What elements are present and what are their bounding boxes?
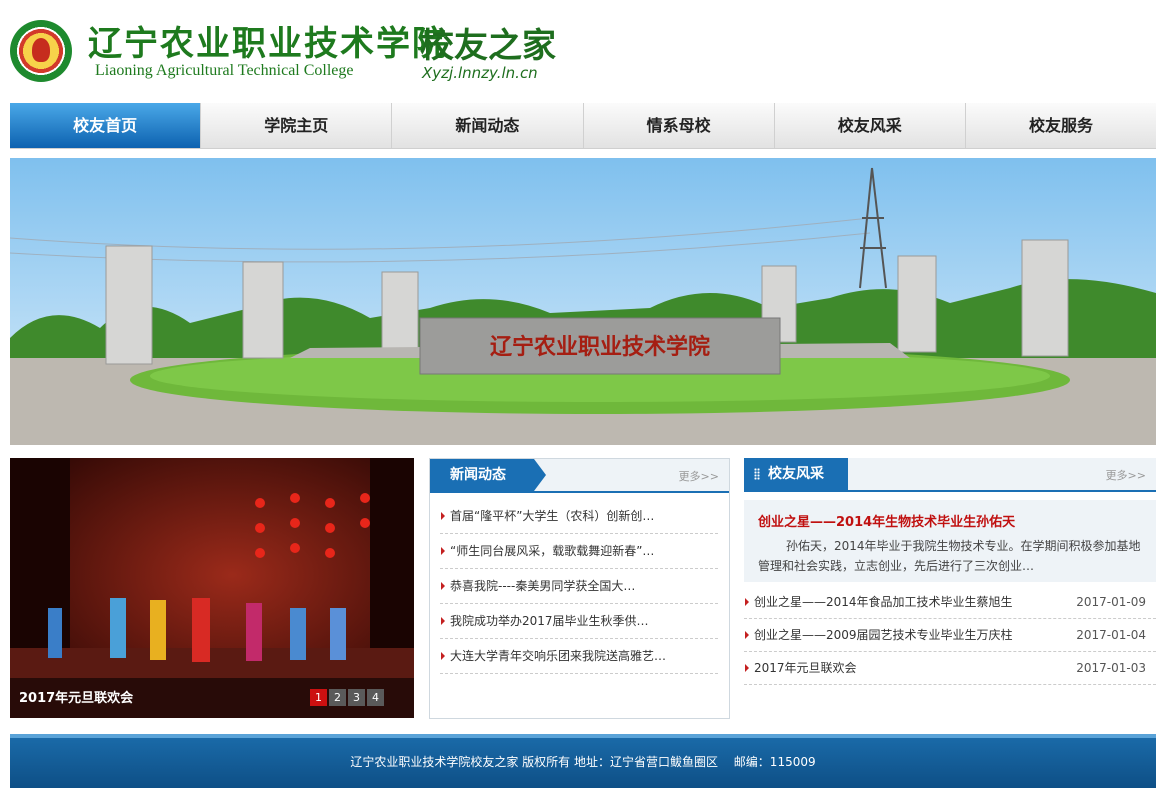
slide-dot-4[interactable]: 4: [367, 689, 384, 706]
slide-pagination: 1 2 3 4: [310, 689, 384, 706]
news-panel-title[interactable]: 新闻动态: [430, 459, 534, 491]
alumni-item[interactable]: 创业之星——2014年食品加工技术毕业生蔡旭生 2017-01-09: [744, 586, 1156, 619]
campus-gate-image: 辽宁农业职业技术学院: [10, 158, 1156, 445]
alumni-item[interactable]: 2017年元旦联欢会 2017-01-03: [744, 652, 1156, 685]
campus-gate-banner: 辽宁农业职业技术学院: [10, 158, 1156, 445]
bullet-icon: [441, 582, 445, 590]
featured-title[interactable]: 创业之星——2014年生物技术毕业生孙佑天: [758, 511, 1015, 530]
news-panel: 新闻动态 更多>> 首届“隆平杯”大学生（农科）创新创… “师生同台展风采，载歌…: [429, 458, 730, 719]
news-item[interactable]: 恭喜我院----秦美男同学获全国大…: [440, 569, 718, 604]
bullet-icon: [441, 617, 445, 625]
alumni-item-date: 2017-01-04: [1076, 628, 1146, 642]
alumni-panel-title-text: 校友风采: [768, 466, 824, 482]
alumni-list: 创业之星——2014年食品加工技术毕业生蔡旭生 2017-01-09 创业之星——…: [744, 586, 1156, 685]
alumni-item-title[interactable]: 2017年元旦联欢会: [754, 661, 857, 675]
alumni-item-title[interactable]: 创业之星——2009届园艺技术专业毕业生万庆柱: [754, 628, 1013, 642]
photo-slideshow[interactable]: 2017年元旦联欢会 1 2 3 4: [10, 458, 414, 718]
bullet-icon: [745, 664, 749, 672]
featured-alumnus: 创业之星——2014年生物技术毕业生孙佑天 孙佑天，2014年毕业于我院生物技术…: [744, 500, 1156, 582]
nav-item-alumni-home[interactable]: 校友首页: [10, 103, 202, 148]
site-domain: Xyzj.lnnzy.ln.cn: [422, 64, 538, 82]
grip-icon: [754, 468, 760, 480]
news-item[interactable]: “师生同台展风采，载歌载舞迎新春”…: [440, 534, 718, 569]
news-item-title[interactable]: “师生同台展风采，载歌载舞迎新春”…: [450, 544, 654, 558]
news-item-title[interactable]: 我院成功举办2017届毕业生秋季供…: [450, 614, 649, 628]
news-item[interactable]: 首届“隆平杯”大学生（农科）创新创…: [440, 499, 718, 534]
footer-text: 辽宁农业职业技术学院校友之家 版权所有 地址：辽宁省营口鲅鱼圈区 邮编：1150…: [350, 755, 816, 769]
gate-inscription: 辽宁农业职业技术学院: [490, 334, 710, 360]
nav-item-alma-mater[interactable]: 情系母校: [584, 103, 775, 148]
alumni-item[interactable]: 创业之星——2009届园艺技术专业毕业生万庆柱 2017-01-04: [744, 619, 1156, 652]
nav-item-alumni-services[interactable]: 校友服务: [966, 103, 1156, 148]
bullet-icon: [745, 631, 749, 639]
alumni-item-date: 2017-01-09: [1076, 595, 1146, 609]
site-header: 辽宁农业职业技术学院 Liaoning Agricultural Technic…: [0, 0, 1166, 100]
nav-item-alumni-profiles[interactable]: 校友风采: [775, 103, 966, 148]
slide-dot-2[interactable]: 2: [329, 689, 346, 706]
bullet-icon: [441, 547, 445, 555]
nav-item-college-home[interactable]: 学院主页: [201, 103, 393, 148]
news-item-title[interactable]: 首届“隆平杯”大学生（农科）创新创…: [450, 509, 654, 523]
nav-item-news[interactable]: 新闻动态: [392, 103, 584, 148]
alumni-more-link[interactable]: 更多>>: [1106, 467, 1146, 483]
slide-caption[interactable]: 2017年元旦联欢会: [19, 687, 133, 706]
bullet-icon: [441, 652, 445, 660]
alumni-item-date: 2017-01-03: [1076, 661, 1146, 675]
featured-description: 孙佑天，2014年毕业于我院生物技术专业。在学期间积极参加基地管理和社会实践，立…: [758, 539, 1141, 573]
news-item-title[interactable]: 大连大学青年交响乐团来我院送高雅艺…: [450, 649, 666, 663]
bullet-icon: [745, 598, 749, 606]
alumni-panel: 校友风采 更多>> 创业之星——2014年生物技术毕业生孙佑天 孙佑天，2014…: [744, 458, 1156, 688]
news-item-title[interactable]: 恭喜我院----秦美男同学获全国大…: [450, 579, 635, 593]
news-panel-header: 新闻动态 更多>>: [430, 459, 729, 493]
alumni-item-title[interactable]: 创业之星——2014年食品加工技术毕业生蔡旭生: [754, 595, 1013, 609]
news-item[interactable]: 大连大学青年交响乐团来我院送高雅艺…: [440, 639, 718, 674]
site-title: 校友之家: [420, 26, 556, 66]
bullet-icon: [441, 512, 445, 520]
slide-dot-3[interactable]: 3: [348, 689, 365, 706]
news-item[interactable]: 我院成功举办2017届毕业生秋季供…: [440, 604, 718, 639]
alumni-panel-title[interactable]: 校友风采: [744, 458, 848, 490]
college-name-en: Liaoning Agricultural Technical College: [95, 62, 354, 79]
tab-arrow-icon: [534, 459, 546, 491]
site-footer: 辽宁农业职业技术学院校友之家 版权所有 地址：辽宁省营口鲅鱼圈区 邮编：1150…: [10, 734, 1156, 788]
slide-dot-1[interactable]: 1: [310, 689, 327, 706]
alumni-panel-header: 校友风采 更多>>: [744, 458, 1156, 492]
news-more-link[interactable]: 更多>>: [679, 468, 719, 484]
college-logo-icon[interactable]: [10, 20, 72, 82]
main-nav: 校友首页 学院主页 新闻动态 情系母校 校友风采 校友服务: [10, 103, 1156, 149]
news-list: 首届“隆平杯”大学生（农科）创新创… “师生同台展风采，载歌载舞迎新春”… 恭喜…: [440, 499, 718, 674]
college-name-cn: 辽宁农业职业技术学院: [88, 24, 448, 64]
